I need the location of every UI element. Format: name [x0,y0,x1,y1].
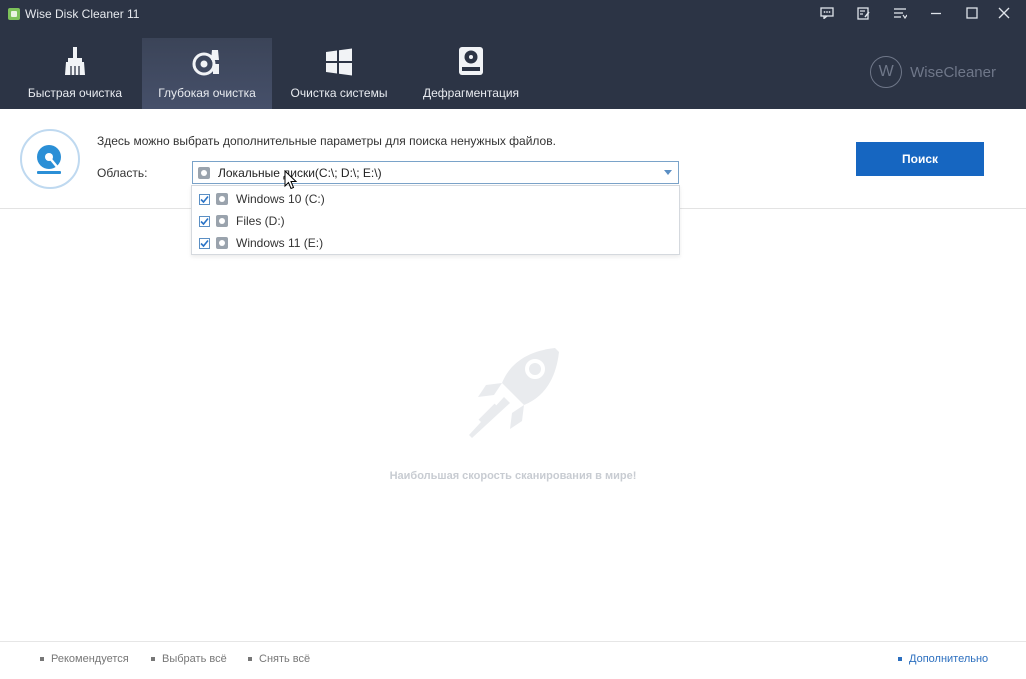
checkbox[interactable] [199,237,210,249]
tab-label: Глубокая очистка [158,86,256,100]
select-all-label: Выбрать всё [162,653,227,665]
select-all-link[interactable]: Выбрать всё [151,653,227,665]
bullet-icon [40,657,44,661]
wisecleaner-brand[interactable]: W WiseCleaner [870,56,996,88]
close-icon[interactable] [987,0,1021,26]
disk-scan-icon [20,129,80,189]
bullet-icon [151,657,155,661]
bullet-icon [248,657,252,661]
advanced-link[interactable]: Дополнительно [898,653,988,665]
advanced-label: Дополнительно [909,653,989,665]
wisecleaner-logo-icon: W [870,56,903,88]
bullet-icon [898,657,902,661]
tab-deep-clean[interactable]: Глубокая очистка [142,38,272,109]
drive-option-d[interactable]: Files (D:) [192,210,679,232]
checkbox[interactable] [199,215,210,227]
window-title: Wise Disk Cleaner 11 [25,7,140,21]
notes-icon[interactable] [846,0,880,26]
feedback-icon[interactable] [810,0,844,26]
search-button[interactable]: Поиск [856,142,984,176]
mouse-cursor-icon [284,169,298,193]
rocket-icon [466,345,562,444]
area-select[interactable]: Локальные диски(C:\; D:\; E:\) [192,161,679,184]
broom-icon [63,44,87,76]
minimize-icon[interactable] [919,0,953,26]
maximize-icon[interactable] [955,0,989,26]
deselect-all-label: Снять всё [259,653,311,665]
footer-bar: Рекомендуется Выбрать всё Снять всё Допо… [0,641,1026,679]
main-nav: Быстрая очистка Глубокая очистка Очистка… [0,38,538,109]
drive-dropdown: Windows 10 (C:) Files (D:) Windows 11 (E… [191,185,680,255]
defrag-drive-icon [458,44,484,76]
drive-option-c[interactable]: Windows 10 (C:) [192,188,679,210]
drive-icon [216,237,228,249]
drive-icon [198,166,210,179]
tab-label: Очистка системы [290,86,388,100]
tab-defrag[interactable]: Дефрагментация [406,38,536,109]
drive-label: Files (D:) [236,214,285,228]
options-description: Здесь можно выбрать дополнительные парам… [97,134,556,148]
windows-icon [325,44,353,76]
deep-clean-icon [192,44,222,76]
drive-icon [216,193,228,205]
area-label: Область: [97,166,148,180]
chevron-down-icon[interactable] [664,170,672,175]
menu-icon[interactable] [883,0,917,26]
empty-state-message: Наибольшая скорость сканирования в мире! [389,470,637,482]
title-bar: Wise Disk Cleaner 11 [0,0,1026,28]
brand-name: WiseCleaner [910,63,996,81]
deselect-all-link[interactable]: Снять всё [248,653,310,665]
drive-label: Windows 10 (C:) [236,192,325,206]
tab-label: Дефрагментация [422,86,520,100]
tab-system-clean[interactable]: Очистка системы [274,38,404,109]
tab-quick-clean[interactable]: Быстрая очистка [10,38,140,109]
tab-label: Быстрая очистка [27,86,123,100]
recommended-label: Рекомендуется [51,653,129,665]
app-logo-icon [8,8,20,20]
checkbox[interactable] [199,193,210,205]
drive-option-e[interactable]: Windows 11 (E:) [192,232,679,254]
drive-label: Windows 11 (E:) [236,236,324,250]
area-select-value: Локальные диски(C:\; D:\; E:\) [218,165,382,180]
recommended-link[interactable]: Рекомендуется [40,653,129,665]
drive-icon [216,215,228,227]
app-header: Wise Disk Cleaner 11 Быстрая очистка Глу… [0,0,1026,109]
